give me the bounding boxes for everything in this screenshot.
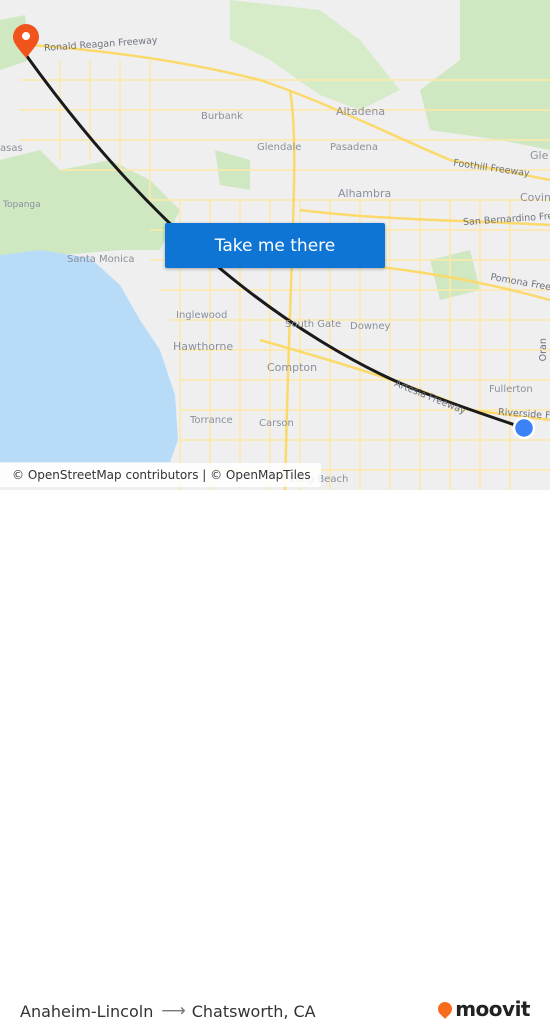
route-summary: Anaheim-Lincoln ⟶ Chatsworth, CA [20, 1001, 316, 1021]
city-label: Glendale [257, 142, 302, 153]
origin-name: Anaheim-Lincoln [20, 1001, 154, 1021]
map-attribution[interactable]: © OpenStreetMap contributors | © OpenMap… [0, 463, 321, 487]
moovit-pin-icon [435, 999, 456, 1019]
origin-marker [512, 416, 536, 440]
city-label: South Gate [285, 319, 342, 330]
city-label: Downey [350, 321, 391, 332]
city-label: Fullerton [489, 384, 533, 395]
city-label: Covin [520, 191, 550, 204]
footer: Anaheim-Lincoln ⟶ Chatsworth, CA moovit [0, 490, 550, 1021]
city-label: Inglewood [176, 310, 228, 321]
city-label: Topanga [3, 200, 41, 210]
city-label: asas [0, 143, 23, 154]
take-me-there-button[interactable]: Take me there [165, 223, 385, 268]
map[interactable]: Altadena Burbank Glendale Pasadena Alham… [0, 0, 550, 490]
city-label: Altadena [336, 105, 386, 118]
arrow-right-icon: ⟶ [161, 1001, 186, 1021]
road-label: Oran [537, 338, 549, 362]
city-label: Gle [530, 149, 549, 162]
destination-name: Chatsworth, CA [191, 1001, 316, 1021]
city-label: Hawthorne [173, 340, 234, 353]
park-area [230, 0, 400, 110]
city-label: Carson [259, 418, 294, 429]
brand-name: moovit [455, 997, 530, 1021]
ocean [0, 250, 178, 462]
park-area [420, 0, 550, 150]
city-label: Pasadena [330, 142, 379, 153]
city-label: Burbank [201, 111, 243, 122]
city-label: Torrance [190, 415, 233, 426]
city-label: Santa Monica [67, 254, 135, 265]
city-label: Alhambra [338, 187, 392, 200]
city-label: Compton [267, 361, 318, 374]
moovit-logo[interactable]: moovit [435, 997, 530, 1021]
